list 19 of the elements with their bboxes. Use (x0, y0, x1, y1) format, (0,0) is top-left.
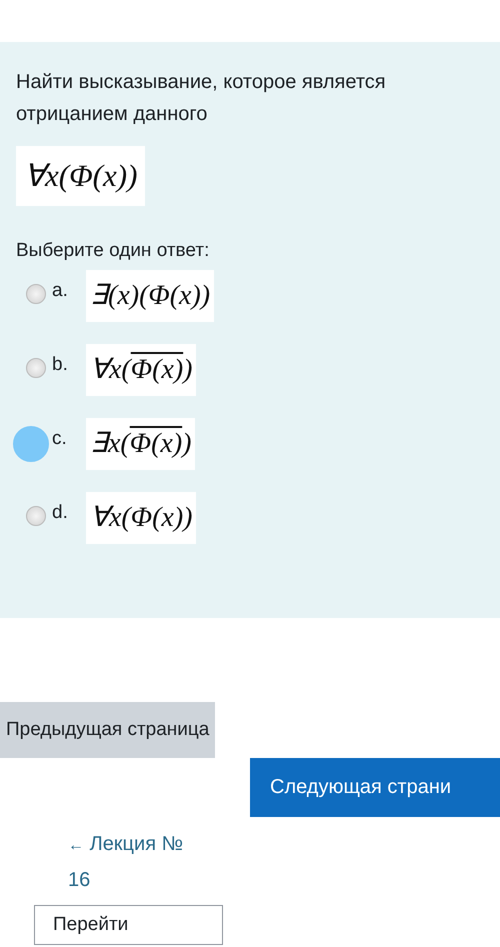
radio-button[interactable] (26, 284, 46, 304)
formula: ∀x(Φ(x)) (16, 146, 146, 206)
option-letter: d. (52, 502, 69, 524)
next-page-button[interactable]: Следующая страни (250, 758, 500, 817)
radio-button[interactable] (26, 358, 46, 378)
prompt-text: Выберите один ответ: (16, 240, 210, 262)
option-letter: c. (52, 428, 68, 450)
jump-select[interactable]: Перейти (34, 905, 223, 945)
option-letter: b. (52, 354, 69, 376)
formula: ∃x(Φ(x)) (86, 418, 196, 470)
radio-button[interactable] (26, 506, 46, 526)
formula: ∃(x)(Φ(x)) (86, 270, 214, 322)
radio-button[interactable] (13, 426, 49, 462)
formula: ∀x(Φ(x)) (86, 492, 196, 544)
formula: ∀x(Φ(x)) (86, 344, 196, 396)
previous-page-button[interactable]: Предыдущая страница (0, 702, 216, 758)
question-text: Найти высказывание, которое является отрицанием данного (16, 70, 387, 127)
option-letter: a. (52, 280, 69, 302)
back-link[interactable]: ← Лекция № 16 (68, 827, 186, 897)
